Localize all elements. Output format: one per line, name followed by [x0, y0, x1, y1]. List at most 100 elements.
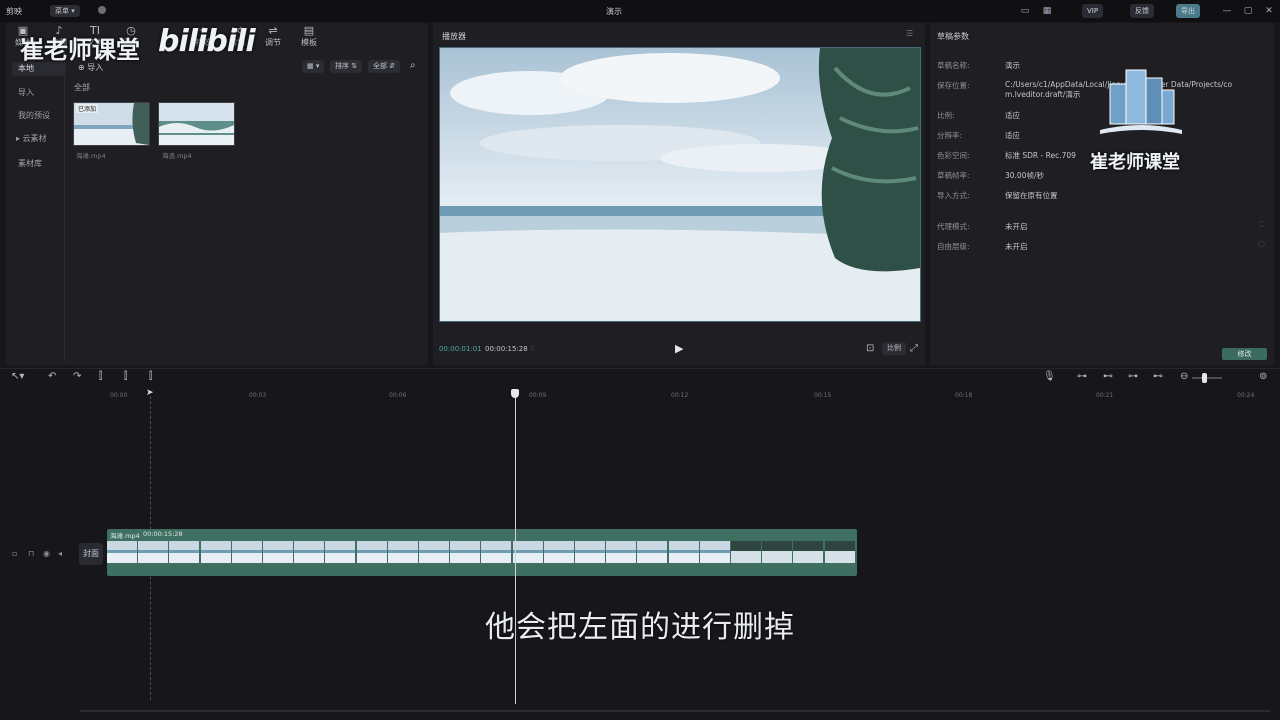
tick-label: 00:06: [389, 392, 407, 399]
maximize-icon[interactable]: ▢: [1241, 4, 1255, 18]
lock-icon[interactable]: ⊓: [28, 549, 34, 558]
sidebar-item-library[interactable]: 素材库: [18, 158, 42, 169]
delete-right-icon[interactable]: ⫿: [149, 371, 152, 382]
section-label: 全部: [74, 83, 90, 92]
close-icon[interactable]: ✕: [1262, 4, 1276, 18]
clip-frame: [325, 541, 356, 563]
clip-frame: [793, 541, 824, 563]
delete-left-icon[interactable]: ⫿: [124, 371, 127, 382]
filter-button[interactable]: 全部 ⇵: [368, 60, 401, 73]
fit-icon[interactable]: ⊚: [1259, 371, 1267, 382]
view-toggle[interactable]: ▦ ▾: [302, 60, 325, 73]
grid-icon[interactable]: ▦: [1040, 4, 1054, 18]
prop-label: 草稿帧率:: [937, 171, 970, 180]
prop-value: 标准 SDR - Rec.709: [1005, 151, 1076, 160]
menu-button[interactable]: 菜单 ▾: [50, 5, 80, 17]
tick-label: 00:18: [955, 392, 973, 399]
linkage-icon[interactable]: ⊶: [1128, 371, 1138, 382]
clip-frame: [419, 541, 449, 563]
tick-label: 00:24: [1237, 392, 1255, 399]
fullscreen-icon[interactable]: ⤢: [910, 343, 918, 354]
lock-track-icon[interactable]: ▫: [12, 549, 17, 558]
prop-label: 分辨率:: [937, 131, 963, 140]
vip-badge[interactable]: VIP: [1082, 4, 1104, 18]
ratio-button[interactable]: 比例: [882, 342, 906, 355]
clip-frame: [200, 541, 231, 563]
minimize-icon[interactable]: —: [1220, 4, 1234, 18]
status-dot-icon: [98, 6, 106, 14]
sidebar-item-cloud[interactable]: ▸ 云素材: [16, 133, 47, 144]
current-time: 00:00:01:01: [439, 345, 482, 353]
modify-button[interactable]: 修改: [1222, 348, 1267, 360]
title-bar: 剪映 菜单 ▾ 演示 ▭ ▦ VIP 反馈 导出 — ▢ ✕: [0, 0, 1280, 22]
clip-frame: [107, 541, 137, 563]
toolbar-template[interactable]: ▤ 模板: [298, 25, 320, 48]
timeline-toolbar: [0, 368, 1280, 389]
clip-frame: [169, 541, 200, 563]
player-menu-icon[interactable]: ☰: [906, 29, 913, 38]
playhead-line[interactable]: [515, 392, 516, 704]
bilibili-logo: bilibili: [158, 24, 256, 59]
layout-icon[interactable]: ▭: [1018, 4, 1032, 18]
export-button[interactable]: 导出: [1176, 4, 1200, 18]
zoom-slider-track[interactable]: [1192, 377, 1222, 379]
app-name: 剪映: [6, 7, 22, 16]
microphone-icon[interactable]: 🎙: [1043, 371, 1056, 382]
zoom-out-icon[interactable]: ⊖: [1180, 371, 1188, 382]
sidebar-item-presets[interactable]: 我的预设: [18, 110, 50, 121]
media-thumbnail-beach[interactable]: 已添加: [73, 102, 150, 146]
tick-label: 00:21: [1096, 392, 1114, 399]
prop-value: 未开启: [1005, 222, 1028, 231]
feedback-button[interactable]: 反馈: [1130, 4, 1154, 18]
play-icon[interactable]: ▶: [675, 342, 683, 355]
link-icon[interactable]: ⊶: [1077, 371, 1087, 382]
media-thumbnail-waves[interactable]: [158, 102, 235, 146]
clip-frame: [138, 541, 169, 563]
snap-icon[interactable]: ⊷: [1103, 371, 1113, 382]
undo-icon[interactable]: ↶: [48, 371, 56, 382]
select-tool-icon[interactable]: ↖▾: [11, 371, 24, 382]
timecode-options-icon[interactable]: ⁝⁝: [530, 344, 535, 353]
clip-frame: [543, 541, 574, 563]
project-title: 演示: [606, 7, 622, 16]
focus-icon[interactable]: ⊡: [866, 343, 874, 354]
cover-button[interactable]: 封面: [79, 543, 103, 565]
clip-frame: [731, 541, 761, 563]
video-clip[interactable]: 海滩.mp4 00:00:15:28: [107, 529, 857, 576]
clip-frame: [263, 541, 293, 563]
clip-frame: [294, 541, 325, 563]
clip-frame: [637, 541, 668, 563]
clip-frame: [762, 541, 793, 563]
player-title: 播放器: [442, 32, 466, 41]
search-icon[interactable]: ⌕: [410, 60, 416, 71]
properties-title: 草稿参数: [937, 32, 969, 41]
mute-icon[interactable]: ◂: [58, 549, 62, 558]
toolbar-label: 模板: [301, 38, 317, 47]
template-icon: ▤: [303, 24, 315, 37]
prop-label: 自由层级:: [937, 242, 970, 251]
media-filename: 海浪.mp4: [162, 152, 192, 160]
preview-axis-icon[interactable]: ⊷: [1153, 371, 1163, 382]
info-icon[interactable]: ◌: [1258, 219, 1265, 228]
timeline-scrollbar[interactable]: [80, 710, 1270, 712]
prop-value: 适应: [1005, 131, 1020, 140]
tick-label: 00:12: [671, 392, 689, 399]
waves-thumbnail-image: [159, 103, 234, 145]
playhead-handle[interactable]: [511, 389, 519, 398]
sort-button[interactable]: 排序 ⇅: [330, 60, 363, 73]
split-icon[interactable]: ⫿: [99, 371, 102, 382]
clip-frame: [356, 541, 387, 563]
clip-frame: [575, 541, 605, 563]
zoom-slider-handle[interactable]: [1202, 373, 1207, 383]
visibility-icon[interactable]: ◉: [43, 549, 50, 558]
video-subtitle: 他会把左面的进行删掉: [485, 610, 795, 645]
toolbar-adjust[interactable]: ⇌ 调节: [262, 25, 284, 48]
tick-label: 00:00: [110, 392, 128, 399]
info-icon[interactable]: ◌: [1258, 239, 1265, 248]
redo-icon[interactable]: ↷: [73, 371, 81, 382]
clip-frame: [387, 541, 418, 563]
clip-frame: [512, 541, 543, 563]
media-filename: 海滩.mp4: [76, 152, 106, 160]
sidebar-item-import[interactable]: 导入: [18, 87, 34, 98]
video-preview[interactable]: [439, 47, 921, 322]
